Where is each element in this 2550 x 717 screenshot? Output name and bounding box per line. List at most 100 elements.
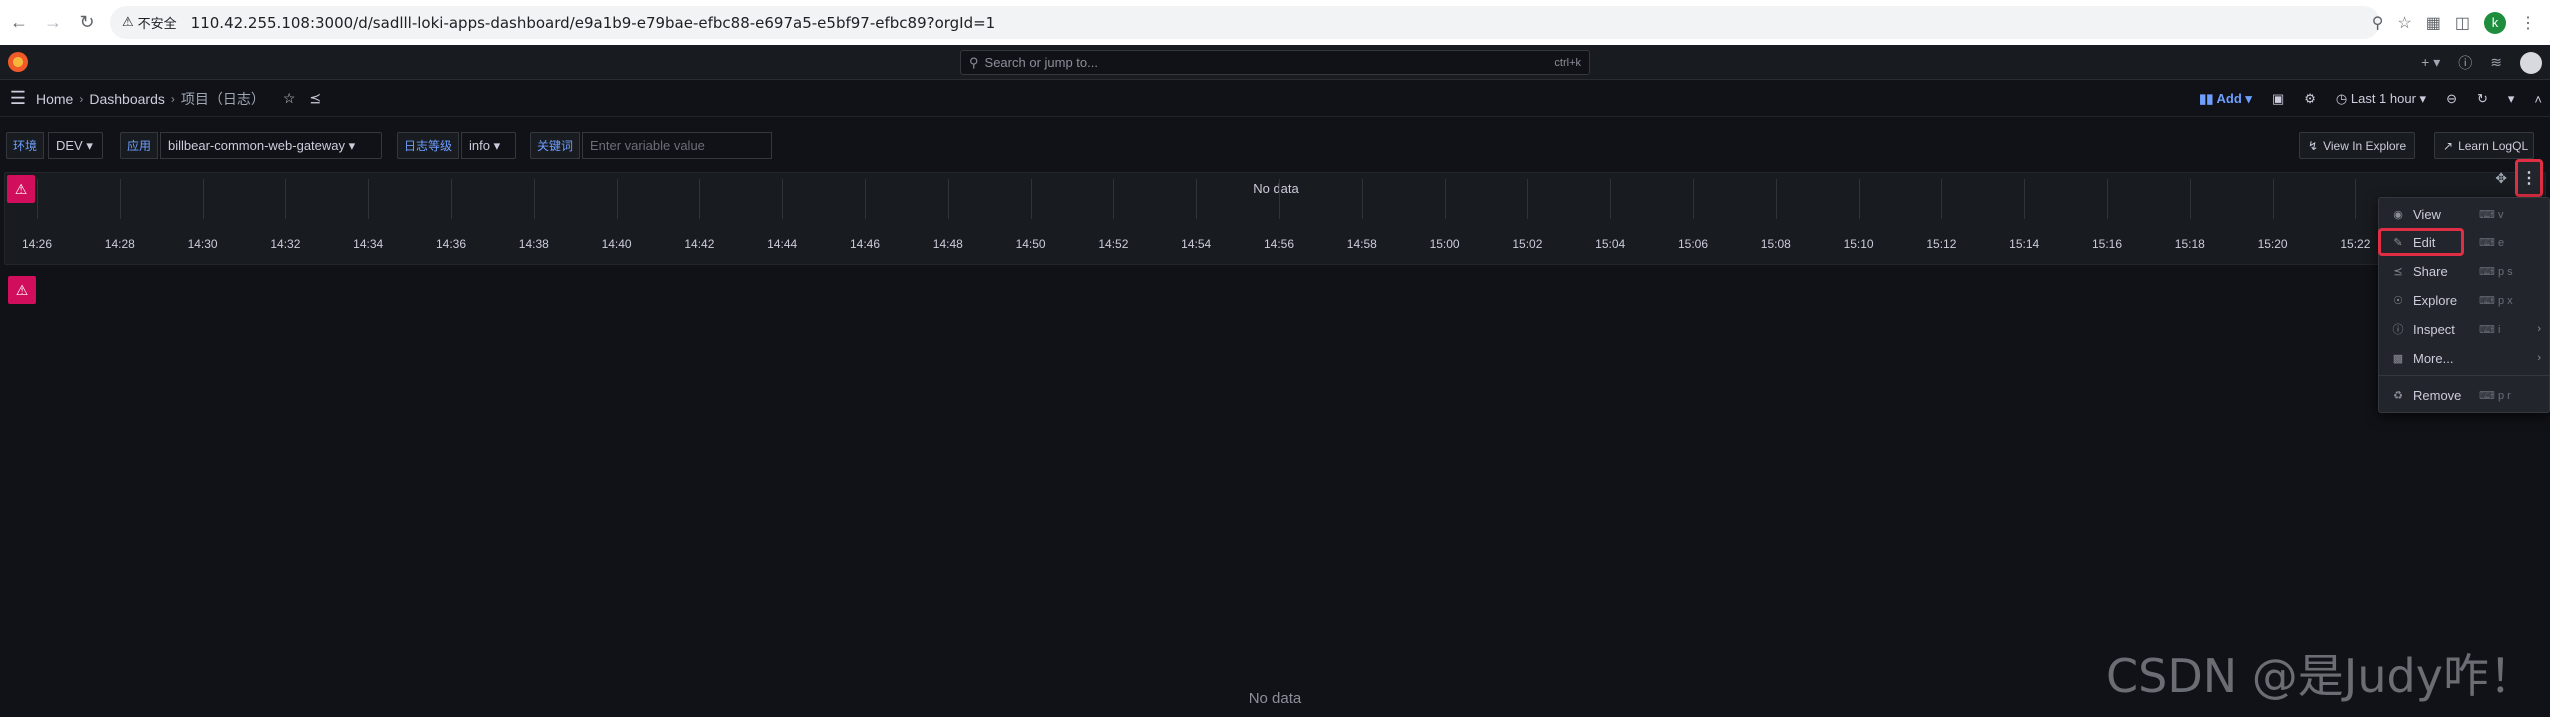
variable-label-level: 日志等级	[397, 132, 460, 159]
zoom-out-icon[interactable]: ⊖	[2446, 91, 2457, 107]
move-drag-icon[interactable]: ✥	[2495, 170, 2507, 187]
axis-tick-label: 15:22	[2340, 237, 2371, 251]
axis-gridline	[947, 179, 949, 219]
panel-context-menu: ◉ View ⌨ v ⌨ e ✎ Edit ⪯ Share ⌨ p s ☉ Ex…	[2378, 197, 2550, 413]
axis-tick-label: 14:40	[601, 237, 632, 251]
view-in-explore-link[interactable]: ↯ View In Explore	[2299, 132, 2416, 159]
shortcut: ⌨ p r	[2479, 389, 2511, 402]
panel-menu-button[interactable]: ⋮	[2515, 159, 2543, 197]
axis-gridline	[865, 179, 866, 219]
search-icon: ⚲	[969, 54, 979, 70]
zoom-icon[interactable]: ⚲	[2372, 13, 2384, 33]
panel-error-icon[interactable]: ⚠	[8, 276, 36, 304]
help-icon[interactable]: ⓘ	[2458, 53, 2472, 73]
variable-select-env[interactable]: DEV ▾	[48, 132, 103, 159]
axis-tick-label: 14:50	[1015, 237, 1046, 251]
variable-select-app[interactable]: billbear-common-web-gateway ▾	[160, 132, 382, 159]
axis-tick-label: 15:06	[1677, 237, 1709, 251]
user-avatar[interactable]	[2520, 51, 2542, 74]
browser-menu-icon[interactable]: ⋮	[2520, 13, 2536, 33]
search-input[interactable]: ⚲ Search or jump to... ctrl+k	[960, 50, 1590, 75]
star-icon[interactable]: ☆	[283, 90, 296, 107]
breadcrumb-home[interactable]: Home	[36, 91, 73, 107]
menu-item-edit[interactable]: ✎ Edit	[2378, 228, 2464, 256]
warning-icon: ⚠	[122, 15, 134, 30]
menu-item-inspect[interactable]: ⓘ Inspect ⌨ i ›	[2379, 316, 2550, 342]
axis-tick-label: 14:30	[187, 237, 218, 251]
news-rss-icon[interactable]: ≋	[2490, 54, 2502, 71]
share-icon[interactable]: ⪯	[309, 90, 321, 107]
save-icon[interactable]: ▣	[2272, 91, 2284, 107]
menu-item-explore[interactable]: ☉ Explore ⌨ p x	[2379, 287, 2550, 313]
variable-label-keyword: 关键词	[530, 132, 581, 159]
axis-gridline	[2024, 179, 2026, 219]
axis-tick-label: 14:32	[270, 237, 301, 251]
axis-tick-label: 14:36	[435, 237, 467, 251]
menu-item-view[interactable]: ◉ View ⌨ v	[2379, 201, 2550, 227]
axis-tick-label: 14:48	[932, 237, 963, 251]
menu-item-remove[interactable]: ♻ Remove ⌨ p r	[2379, 382, 2550, 408]
axis-gridline	[1610, 179, 1612, 219]
axis-gridline	[368, 179, 370, 219]
axis-tick-label: 15:08	[1760, 237, 1791, 251]
profile-avatar[interactable]: k	[2484, 11, 2506, 34]
time-picker[interactable]: ◷ Last 1 hour ▾	[2336, 91, 2426, 107]
axis-gridline	[533, 179, 535, 219]
bookmark-star-icon[interactable]: ☆	[2397, 13, 2411, 33]
add-button[interactable]: ▮▮ Add ▾	[2199, 91, 2252, 107]
axis-gridline	[1693, 179, 1694, 219]
axis-gridline	[1444, 179, 1446, 219]
menu-item-more[interactable]: ▩ More... ›	[2379, 345, 2550, 371]
shortcut: ⌨ e	[2479, 236, 2505, 249]
axis-gridline	[37, 179, 38, 219]
eye-icon: ◉	[2393, 208, 2403, 221]
menu-toggle-icon[interactable]: ☰	[0, 88, 36, 109]
chevron-right-icon: ›	[170, 91, 175, 106]
forward-icon[interactable]: →	[38, 8, 68, 38]
back-icon[interactable]: ←	[4, 8, 34, 38]
keyword-input[interactable]: Enter variable value	[582, 132, 772, 159]
search-shortcut: ctrl+k	[1554, 56, 1581, 69]
learn-logql-link[interactable]: ↗ Learn LogQL	[2434, 132, 2534, 159]
insecure-indicator[interactable]: ⚠ 不安全	[122, 13, 177, 32]
browser-toolbar: ← → ↻ ⚠ 不安全 110.42.255.108:3000/d/sadlll-…	[0, 0, 2550, 45]
reload-icon[interactable]: ↻	[72, 8, 102, 38]
axis-gridline	[1361, 179, 1363, 219]
axis-tick-label: 15:04	[1595, 237, 1626, 251]
axis-gridline	[699, 179, 701, 219]
axis-gridline	[2189, 179, 2191, 219]
url-text: 110.42.255.108:3000/d/sadlll-loki-apps-d…	[190, 13, 996, 32]
axis-gridline	[1858, 179, 1860, 219]
axis-gridline	[1196, 179, 1198, 219]
shortcut: ⌨ p s	[2479, 265, 2513, 278]
dashboard-toolbar: ▮▮ Add ▾ ▣ ⚙ ◷ Last 1 hour ▾ ⊖ ↻ ▾ ˄	[2199, 81, 2542, 117]
topbar-actions: + ▾ ⓘ ≋	[2421, 45, 2542, 80]
chevron-right-icon: ›	[2537, 352, 2541, 364]
sidepanel-icon[interactable]: ◫	[2455, 13, 2470, 33]
watermark: CSDN @是Judy咋！	[2106, 649, 2535, 703]
axis-tick-label: 15:00	[1429, 237, 1460, 251]
axis-gridline	[2355, 179, 2357, 219]
logs-panel: ⚠ No data 14:26 14:28 14:30 14:32 14:34 14:36…	[4, 159, 2546, 265]
chevron-right-icon: ›	[79, 91, 84, 106]
breadcrumb-dashboards[interactable]: Dashboards	[89, 91, 165, 107]
axis-tick-label: 14:46	[849, 237, 881, 251]
axis-tick-label: 14:28	[104, 237, 135, 251]
grafana-logo-icon[interactable]	[8, 52, 28, 72]
axis-tick-label: 15:20	[2257, 237, 2288, 251]
menu-item-share[interactable]: ⪯ Share ⌨ p s	[2379, 258, 2550, 284]
address-bar[interactable]: ⚠ 不安全 110.42.255.108:3000/d/sadlll-loki-a…	[110, 6, 2380, 39]
extensions-icon[interactable]: ▦	[2426, 13, 2441, 33]
menu-divider	[2379, 375, 2550, 376]
axis-gridline	[119, 179, 121, 219]
collapse-chevron-up-icon[interactable]: ˄	[2534, 92, 2542, 107]
settings-gear-icon[interactable]: ⚙	[2304, 91, 2316, 107]
new-button[interactable]: + ▾	[2421, 54, 2440, 71]
axis-gridline	[1030, 179, 1032, 219]
shortcut: ⌨ p x	[2479, 294, 2513, 307]
variable-select-level[interactable]: info ▾	[461, 132, 516, 159]
axis-gridline	[202, 179, 204, 219]
refresh-icon[interactable]: ↻	[2477, 91, 2488, 107]
refresh-interval-dropdown[interactable]: ▾	[2508, 91, 2515, 107]
compass-icon: ☉	[2393, 294, 2403, 307]
